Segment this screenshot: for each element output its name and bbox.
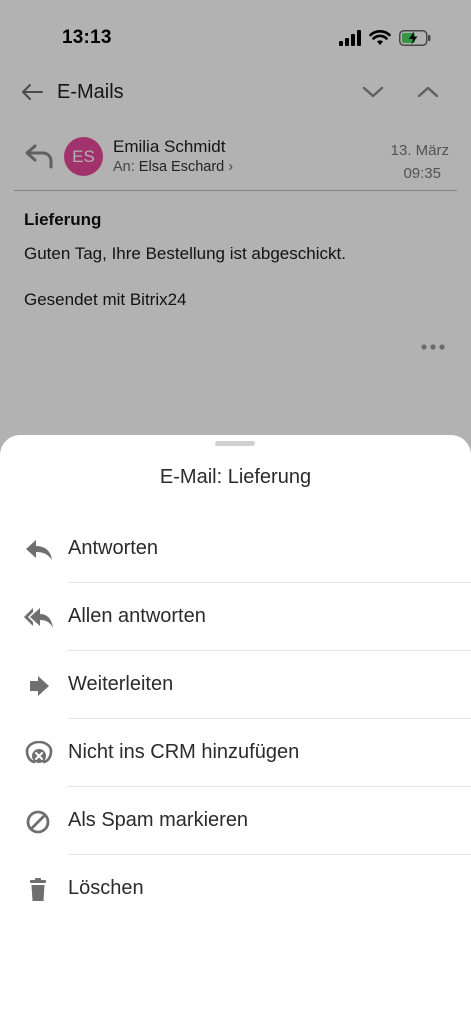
menu-item-label: Löschen [68, 877, 144, 899]
menu-item-reply-all[interactable]: Allen antworten [0, 583, 471, 651]
reply-all-icon [24, 608, 53, 628]
menu-item-crm-exclude[interactable]: Nicht ins CRM hinzufügen [0, 719, 471, 787]
sheet-handle[interactable] [215, 441, 255, 446]
menu-item-label: Antworten [68, 537, 159, 559]
menu-item-delete[interactable]: Löschen [0, 855, 471, 923]
menu-item-reply[interactable]: Antworten [0, 515, 471, 583]
spam-icon [26, 810, 50, 834]
menu-item-spam[interactable]: Als Spam markieren [0, 787, 471, 855]
trash-icon [30, 878, 46, 901]
menu-item-label: Nicht ins CRM hinzufügen [68, 741, 300, 763]
crm-exclude-icon [25, 741, 53, 764]
menu-item-label: Allen antworten [68, 605, 206, 627]
menu-item-label: Als Spam markieren [68, 809, 249, 831]
action-sheet: E-Mail: Lieferung Antworten Allen antwor… [0, 435, 471, 1024]
sheet-title: E-Mail: Lieferung [159, 466, 312, 488]
menu-item-label: Weiterleiten [68, 673, 174, 695]
reply-icon [26, 540, 52, 560]
forward-icon [30, 676, 49, 696]
action-menu: Antworten Allen antworten Weiterleiten N… [0, 515, 471, 923]
menu-item-forward[interactable]: Weiterleiten [0, 651, 471, 719]
